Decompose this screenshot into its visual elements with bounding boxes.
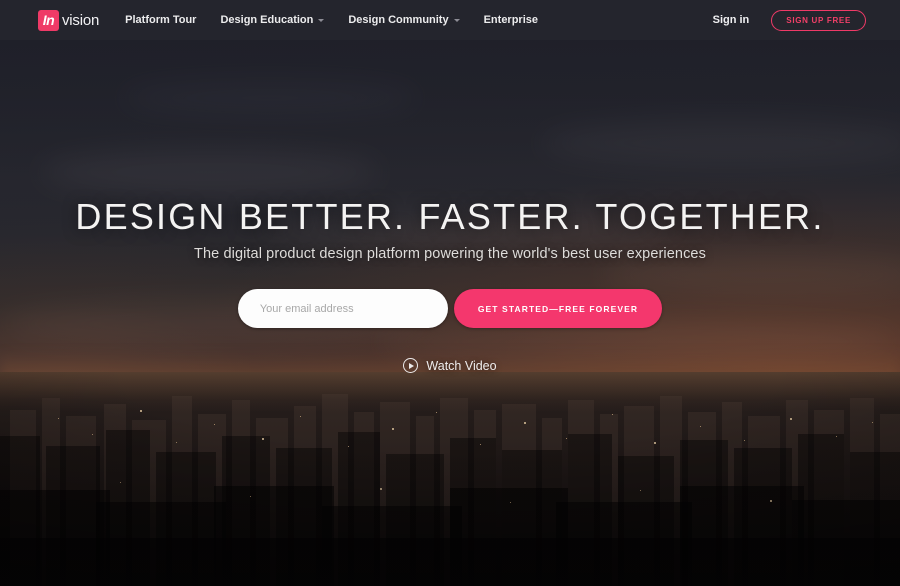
hero-headline: DESIGN BETTER. FASTER. TOGETHER. [75, 196, 825, 237]
chevron-down-icon [318, 18, 325, 22]
main-navigation: Platform Tour Design Education Design Co… [125, 14, 562, 26]
chevron-down-icon [453, 18, 460, 22]
sign-in-link[interactable]: Sign in [713, 14, 750, 26]
hero-subheadline: The digital product design platform powe… [194, 246, 706, 262]
nav-item-label: Design Education [220, 14, 314, 26]
email-input[interactable] [237, 289, 448, 328]
site-header: In vision Platform Tour Design Education… [0, 0, 900, 40]
nav-item-design-community[interactable]: Design Community [348, 14, 460, 26]
logo-wordmark: vision [62, 11, 100, 29]
sign-up-free-button[interactable]: SIGN UP FREE [771, 9, 866, 31]
cloud-band [40, 150, 380, 194]
email-signup-form: GET STARTED—FREE FOREVER [0, 289, 900, 328]
invision-homepage: In vision Platform Tour Design Education… [0, 0, 900, 586]
cloud-band [120, 80, 420, 116]
watch-video-label: Watch Video [426, 358, 497, 373]
nav-item-label: Design Community [348, 14, 449, 26]
header-actions: Sign in SIGN UP FREE [713, 9, 866, 31]
nav-item-platform-tour[interactable]: Platform Tour [125, 14, 196, 26]
city-vignette [0, 372, 900, 586]
nav-item-label: Platform Tour [125, 14, 197, 26]
logo-mark-text: In [42, 12, 55, 28]
nav-item-label: Enterprise [483, 14, 539, 26]
invision-logo[interactable]: In vision [38, 9, 100, 31]
watch-video-link[interactable]: Watch Video [0, 358, 900, 373]
invision-logo-icon: In [38, 9, 59, 31]
get-started-button[interactable]: GET STARTED—FREE FOREVER [453, 289, 663, 328]
cloud-band [540, 120, 900, 166]
play-circle-icon [403, 358, 419, 373]
city-skyline [0, 372, 900, 586]
nav-item-enterprise[interactable]: Enterprise [484, 14, 538, 26]
nav-item-design-education[interactable]: Design Education [220, 14, 325, 26]
